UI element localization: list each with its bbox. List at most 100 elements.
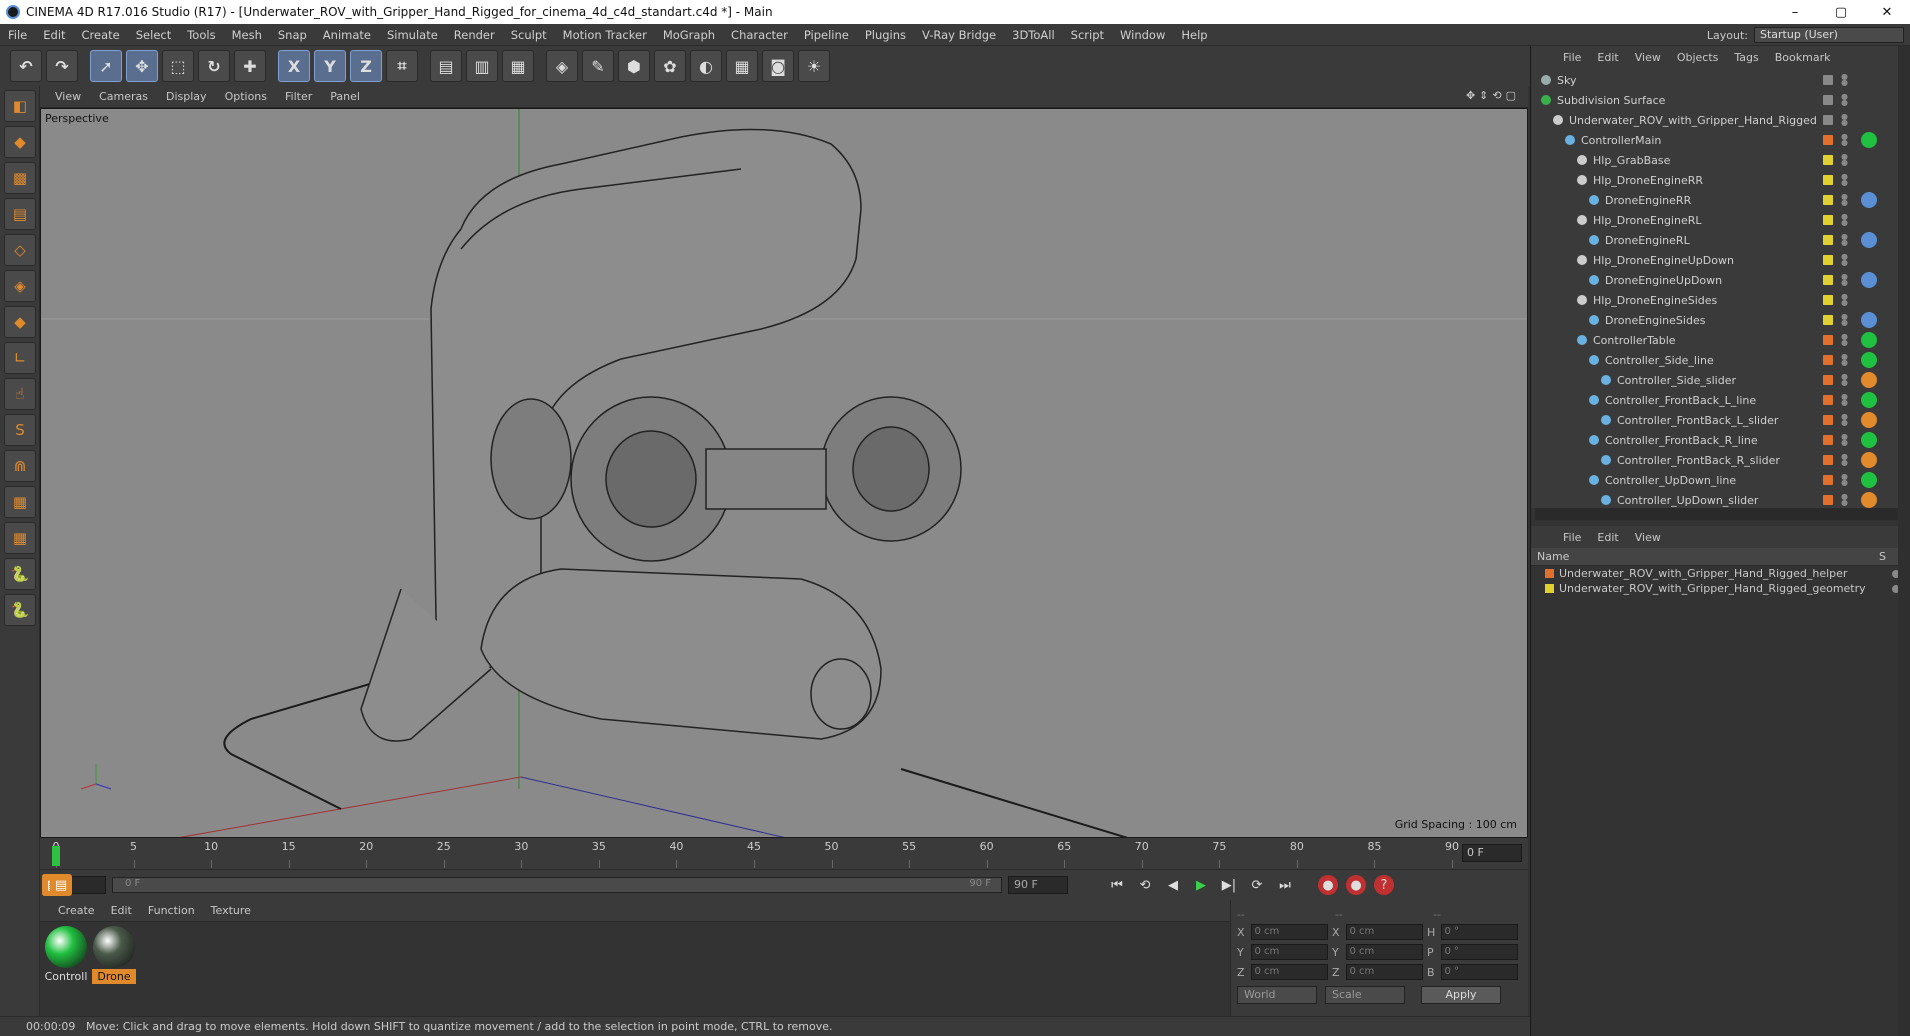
object-manager-list[interactable]: Sky ● ● Subdivision Surface ● ● Underwater_R… — [1531, 68, 1910, 508]
end-frame-field[interactable]: 90 F — [1008, 876, 1068, 894]
visibility-dots[interactable]: ● ● — [1841, 493, 1848, 507]
object-tag-icon[interactable] — [1861, 452, 1877, 468]
layer-color-swatch[interactable] — [1823, 275, 1833, 285]
visibility-dots[interactable]: ● ● — [1841, 413, 1848, 427]
layer-color-swatch[interactable] — [1823, 435, 1833, 445]
material-item[interactable]: Controll — [44, 926, 88, 984]
layer-color-swatch[interactable] — [1823, 355, 1833, 365]
magnet-button[interactable]: ⋒ — [4, 450, 36, 482]
layer-color-swatch[interactable] — [1823, 455, 1833, 465]
visibility-dots[interactable]: ● ● — [1841, 173, 1848, 187]
layer-color-swatch[interactable] — [1823, 155, 1833, 165]
object-row[interactable]: DroneEngineRR ● ● — [1531, 190, 1887, 210]
menu-v-ray-bridge[interactable]: V-Ray Bridge — [914, 28, 1004, 42]
object-tag-icon[interactable] — [1861, 492, 1877, 508]
timeline-playhead[interactable] — [52, 846, 60, 866]
light-button[interactable]: ☀ — [798, 50, 830, 82]
menu-pipeline[interactable]: Pipeline — [796, 28, 857, 42]
render-picture-viewer-button[interactable]: ▥ — [466, 50, 498, 82]
z-axis-button[interactable]: Z — [350, 50, 382, 82]
object-row[interactable]: Controller_UpDown_slider ● ● — [1531, 490, 1887, 508]
menu-script[interactable]: Script — [1063, 28, 1112, 42]
coord-value-field[interactable]: 0 cm — [1345, 964, 1423, 980]
go-to-start-button[interactable]: ⏮ — [1104, 872, 1130, 898]
menu-animate[interactable]: Animate — [315, 28, 379, 42]
subdivision-button[interactable]: ⬢ — [618, 50, 650, 82]
viewport-menu-filter[interactable]: Filter — [276, 90, 321, 103]
layout-dropdown[interactable]: Startup (User) — [1754, 27, 1904, 43]
coord-value-field[interactable]: 0 ° — [1440, 964, 1518, 980]
menu-render[interactable]: Render — [446, 28, 503, 42]
coord-value-field[interactable]: 0 ° — [1440, 924, 1518, 940]
object-row[interactable]: Subdivision Surface ● ● — [1531, 90, 1887, 110]
layer-color-swatch[interactable] — [1823, 495, 1833, 505]
visibility-dots[interactable]: ● ● — [1841, 253, 1848, 267]
object-tag-icon[interactable] — [1861, 232, 1877, 248]
visibility-dots[interactable]: ● ● — [1841, 473, 1848, 487]
texture-mode-button[interactable]: ▩ — [4, 162, 36, 194]
coord-value-field[interactable]: 0 cm — [1345, 924, 1423, 940]
layer-menu-file[interactable]: File — [1555, 531, 1589, 544]
timeline[interactable]: 051015202530354045505560657075808590 0 F — [40, 838, 1528, 870]
coord-size-dropdown[interactable]: Scale — [1325, 986, 1405, 1004]
play-button[interactable]: ▶ — [1188, 872, 1214, 898]
visibility-dots[interactable]: ● ● — [1841, 153, 1848, 167]
visibility-dots[interactable]: ● ● — [1841, 113, 1848, 127]
object-row[interactable]: Hlp_DroneEngineRR ● ● — [1531, 170, 1887, 190]
menu-motion-tracker[interactable]: Motion Tracker — [555, 28, 655, 42]
autokey-button[interactable]: ● — [1346, 875, 1366, 895]
visibility-dots[interactable]: ● ● — [1841, 73, 1848, 87]
coord-value-field[interactable]: 0 ° — [1440, 944, 1518, 960]
object-menu-file[interactable]: File — [1555, 51, 1589, 64]
grid-snap-button[interactable]: ▦ — [4, 522, 36, 554]
visibility-dots[interactable]: ● ● — [1841, 293, 1848, 307]
pen-button[interactable]: ✎ — [582, 50, 614, 82]
move-button[interactable]: ✥ — [126, 50, 158, 82]
menu-create[interactable]: Create — [74, 28, 128, 42]
minimize-button[interactable]: – — [1772, 5, 1818, 20]
menu-help[interactable]: Help — [1173, 28, 1215, 42]
visibility-dots[interactable]: ● ● — [1841, 393, 1848, 407]
workplane-mode-button[interactable]: ▤ — [4, 198, 36, 230]
object-menu-bookmark[interactable]: Bookmark — [1767, 51, 1839, 64]
viewport-nav-icons[interactable]: ✥⇕⟲▢ — [1466, 89, 1520, 102]
undo-button[interactable]: ↶ — [10, 50, 42, 82]
scale-button[interactable]: ⬚ — [162, 50, 194, 82]
workplane-lock-button[interactable]: ▦ — [4, 486, 36, 518]
object-tag-icon[interactable] — [1861, 432, 1877, 448]
object-row[interactable]: Underwater_ROV_with_Gripper_Hand_Rigged ●… — [1531, 110, 1887, 130]
menu-select[interactable]: Select — [128, 28, 179, 42]
viewport-menu-cameras[interactable]: Cameras — [90, 90, 157, 103]
menu-edit[interactable]: Edit — [35, 28, 73, 42]
material-menu-function[interactable]: Function — [140, 904, 203, 917]
visibility-dots[interactable]: ● ● — [1841, 453, 1848, 467]
menu-3dtoall[interactable]: 3DToAll — [1004, 28, 1063, 42]
object-row[interactable]: DroneEngineUpDown ● ● — [1531, 270, 1887, 290]
object-tag-icon[interactable] — [1861, 472, 1877, 488]
menu-mograph[interactable]: MoGraph — [655, 28, 723, 42]
object-list-hscrollbar[interactable] — [1535, 508, 1898, 520]
object-row[interactable]: Controller_Side_slider ● ● — [1531, 370, 1887, 390]
next-key-button[interactable]: ⟳ — [1244, 872, 1270, 898]
layer-color-swatch[interactable] — [1823, 375, 1833, 385]
close-button[interactable]: ✕ — [1864, 5, 1910, 20]
object-row[interactable]: Controller_FrontBack_R_line ● ● — [1531, 430, 1887, 450]
object-row[interactable]: Hlp_DroneEngineSides ● ● — [1531, 290, 1887, 310]
layer-color-swatch[interactable] — [1823, 135, 1833, 145]
viewport-menu-view[interactable]: View — [46, 90, 90, 103]
snap-button[interactable]: S — [4, 414, 36, 446]
polygons-mode-button[interactable]: ◆ — [4, 306, 36, 338]
object-tag-icon[interactable] — [1861, 412, 1877, 428]
visibility-dots[interactable]: ● ● — [1841, 273, 1848, 287]
object-row[interactable]: ControllerTable ● ● — [1531, 330, 1887, 350]
visibility-dots[interactable]: ● ● — [1841, 333, 1848, 347]
live-selection-button[interactable]: ➚ — [90, 50, 122, 82]
menu-snap[interactable]: Snap — [270, 28, 315, 42]
coord-value-field[interactable]: 0 cm — [1250, 924, 1328, 940]
layer-menu-view[interactable]: View — [1627, 531, 1669, 544]
x-axis-button[interactable]: X — [278, 50, 310, 82]
next-frame-button[interactable]: ▶| — [1216, 872, 1242, 898]
record-button[interactable]: ● — [1318, 875, 1338, 895]
timeline-window-button[interactable]: ▤ — [50, 874, 72, 896]
coord-value-field[interactable]: 0 cm — [1250, 964, 1328, 980]
